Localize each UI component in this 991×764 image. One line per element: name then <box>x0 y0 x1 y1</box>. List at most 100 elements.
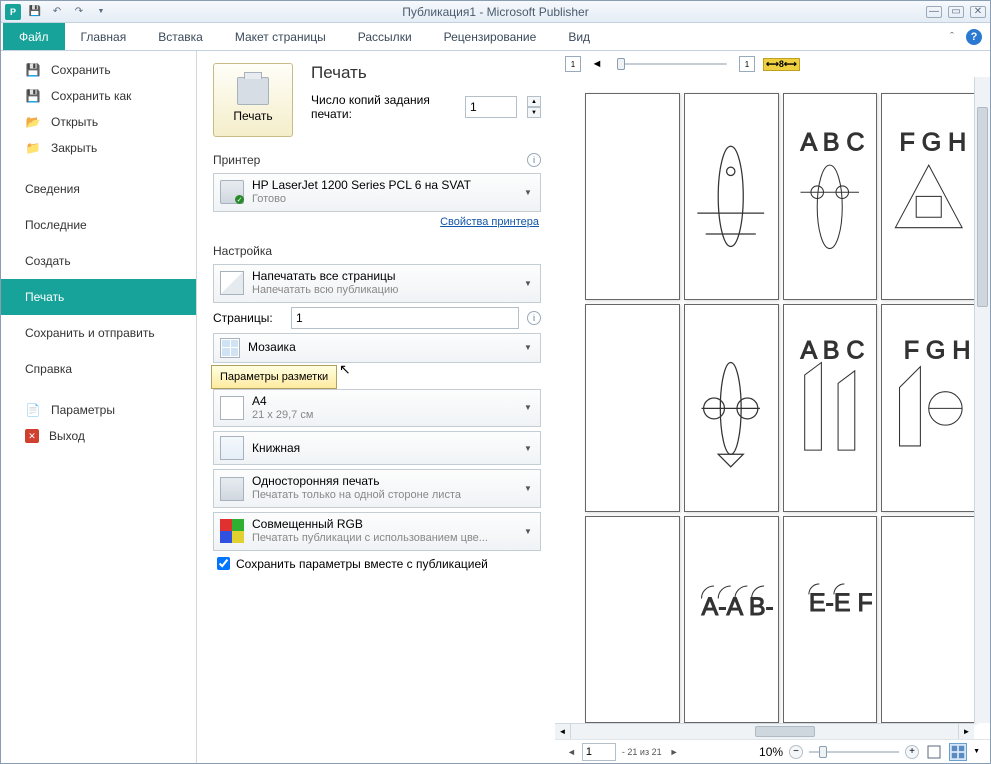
preview-sheet: A-A B-B C-C D-D <box>684 516 779 723</box>
ribbon-tabs: Файл Главная Вставка Макет страницы Расс… <box>1 23 990 51</box>
nav-help-label: Справка <box>25 362 72 376</box>
close-button[interactable]: ✕ <box>970 6 986 18</box>
zoom-slider[interactable] <box>809 751 899 753</box>
tab-view[interactable]: Вид <box>552 23 606 50</box>
single-side-icon <box>220 477 244 501</box>
duplex-sub: Печатать только на одной стороне листа <box>252 489 516 503</box>
copies-input[interactable] <box>465 96 517 118</box>
ruler-toggle-icon[interactable]: ⟷8⟷ <box>763 58 800 71</box>
nav-close-label: Закрыть <box>51 141 97 155</box>
preview-sheet <box>684 93 779 300</box>
nav-saveas[interactable]: 💾Сохранить как <box>1 83 196 109</box>
svg-text:A-A B-B C-C D-D: A-A B-B C-C D-D <box>702 593 773 621</box>
spin-up-icon[interactable]: ▲ <box>527 96 541 107</box>
scroll-right-icon[interactable]: ► <box>958 724 974 740</box>
paper-size-label: A4 <box>252 394 516 409</box>
info-icon[interactable]: i <box>527 311 541 325</box>
spin-down-icon[interactable]: ▼ <box>527 107 541 118</box>
undo-icon[interactable]: ↶ <box>49 4 65 20</box>
nav-info[interactable]: Сведения <box>1 171 196 207</box>
print-options-pane: Печать Печать Число копий задания печати… <box>197 51 555 763</box>
nav-print-label: Печать <box>25 290 64 304</box>
svg-text:A B C D E: A B C D E <box>801 336 872 364</box>
copies-spinner[interactable]: ▲▼ <box>527 96 541 118</box>
fit-page-button[interactable] <box>925 743 943 761</box>
color-dropdown[interactable]: Совмещенный RGBПечатать публикации с исп… <box>213 512 541 551</box>
nav-next-icon[interactable]: ► <box>668 747 681 757</box>
nav-open[interactable]: 📂Открыть <box>1 109 196 135</box>
paper-size-dropdown[interactable]: A421 x 29,7 см ▼ <box>213 389 541 428</box>
zoom-slider-thumb[interactable] <box>819 746 827 758</box>
page-navigation: ◄ - 21 из 21 ► <box>565 743 681 761</box>
scrollbar-thumb[interactable] <box>755 726 815 737</box>
chevron-down-icon: ▼ <box>524 343 534 352</box>
orientation-dropdown[interactable]: Книжная ▼ <box>213 431 541 465</box>
svg-text:F G H: F G H <box>899 129 966 157</box>
scrollbar-thumb[interactable] <box>977 107 988 307</box>
paper-size-sub: 21 x 29,7 см <box>252 409 516 423</box>
nav-help[interactable]: Справка <box>1 351 196 387</box>
page-num-right-icon[interactable]: 1 <box>739 56 755 72</box>
print-button[interactable]: Печать <box>213 63 293 137</box>
slider-thumb[interactable] <box>617 58 625 70</box>
minimize-button[interactable]: — <box>926 6 942 18</box>
nav-print[interactable]: Печать <box>1 279 196 315</box>
ribbon-minimize-icon[interactable]: ˆ <box>944 29 960 45</box>
layout-dropdown[interactable]: Мозаика ▼ <box>213 333 541 363</box>
save-icon: 💾 <box>25 62 41 78</box>
scroll-left-icon[interactable]: ◄ <box>555 724 571 740</box>
nav-options[interactable]: 📄Параметры <box>1 397 196 423</box>
info-icon[interactable]: i <box>527 153 541 167</box>
tab-review[interactable]: Рецензирование <box>428 23 553 50</box>
svg-text:E-E F-F: E-E F-F <box>809 589 872 617</box>
preview-slider[interactable] <box>617 63 727 65</box>
nav-close[interactable]: 📁 Закрыть <box>1 135 196 161</box>
copies-label: Число копий задания печати: <box>311 93 455 121</box>
window-title: Публикация1 - Microsoft Publisher <box>1 5 990 19</box>
backstage-nav: 💾Сохранить 💾Сохранить как 📂Открыть 📁 Закр… <box>1 51 197 763</box>
print-title: Печать <box>311 63 541 83</box>
nav-exit[interactable]: ✕Выход <box>1 423 196 449</box>
folder-close-icon: 📁 <box>25 140 41 156</box>
chevron-down-icon[interactable]: ▼ <box>973 748 980 755</box>
nav-open-label: Открыть <box>51 115 98 129</box>
page-num-left-icon[interactable]: 1 <box>565 56 581 72</box>
zoom-out-button[interactable]: − <box>789 745 803 759</box>
nav-exit-label: Выход <box>49 429 85 443</box>
zoom-in-button[interactable]: + <box>905 745 919 759</box>
printer-properties-link[interactable]: Свойства принтера <box>213 216 539 228</box>
multi-page-button[interactable] <box>949 743 967 761</box>
rgb-icon <box>220 519 244 543</box>
tab-home[interactable]: Главная <box>65 23 143 50</box>
save-settings-checkbox[interactable] <box>217 557 230 570</box>
print-range-dropdown[interactable]: Напечатать все страницыНапечатать всю пу… <box>213 264 541 303</box>
printer-dropdown[interactable]: HP LaserJet 1200 Series PCL 6 на SVATГот… <box>213 173 541 212</box>
duplex-dropdown[interactable]: Односторонняя печатьПечатать только на о… <box>213 469 541 508</box>
orientation-label: Книжная <box>252 441 516 456</box>
print-preview-pane: 1 ◄ 1 ⟷8⟷ A B C D E F G H A B C D E F G … <box>555 51 990 763</box>
tab-insert[interactable]: Вставка <box>142 23 219 50</box>
nav-new[interactable]: Создать <box>1 243 196 279</box>
qat-dropdown-icon[interactable]: ▼ <box>93 4 109 20</box>
current-page-input[interactable] <box>582 743 616 761</box>
tab-file[interactable]: Файл <box>3 23 65 50</box>
save-icon[interactable]: 💾 <box>27 4 43 20</box>
pages-input[interactable] <box>291 307 519 329</box>
maximize-button[interactable]: ▭ <box>948 6 964 18</box>
slider-left-icon[interactable]: ◄ <box>589 56 605 72</box>
tab-mailings[interactable]: Рассылки <box>342 23 428 50</box>
vertical-scrollbar[interactable] <box>974 77 990 723</box>
print-button-label: Печать <box>233 109 272 123</box>
app-icon: P <box>5 4 21 20</box>
help-icon[interactable]: ? <box>966 29 982 45</box>
color-label: Совмещенный RGB <box>252 517 516 532</box>
nav-recent[interactable]: Последние <box>1 207 196 243</box>
horizontal-scrollbar[interactable]: ◄ ► <box>555 723 974 739</box>
nav-share[interactable]: Сохранить и отправить <box>1 315 196 351</box>
nav-save[interactable]: 💾Сохранить <box>1 57 196 83</box>
print-range-label: Напечатать все страницы <box>252 269 516 284</box>
nav-prev-icon[interactable]: ◄ <box>565 747 578 757</box>
preview-sheet: F G H <box>881 93 976 300</box>
tab-pagelayout[interactable]: Макет страницы <box>219 23 342 50</box>
redo-icon[interactable]: ↷ <box>71 4 87 20</box>
